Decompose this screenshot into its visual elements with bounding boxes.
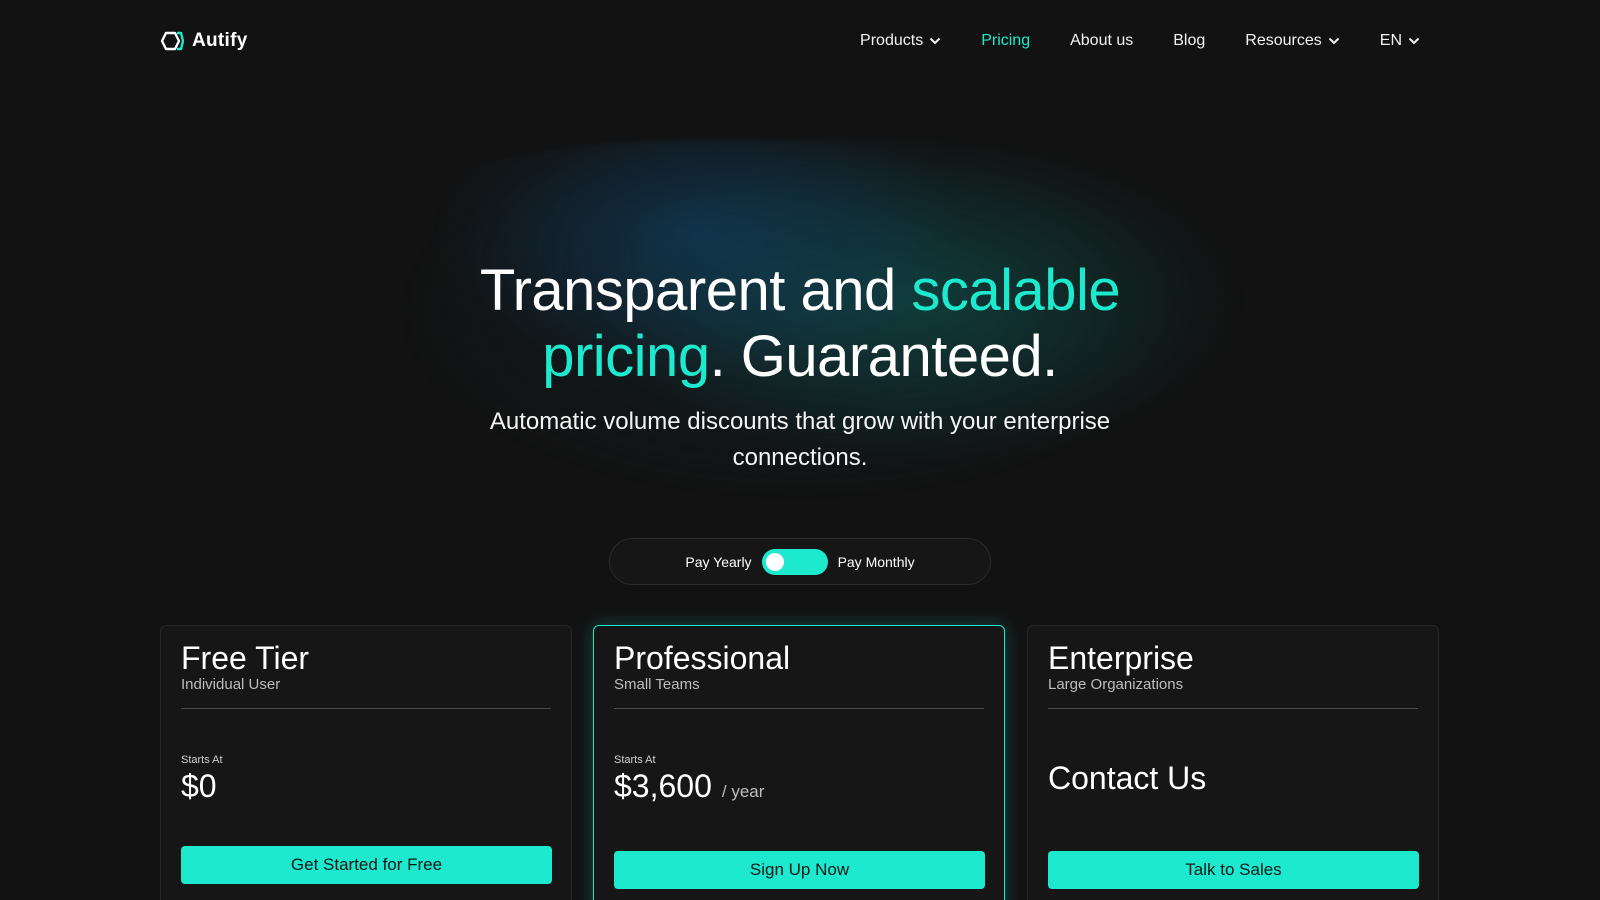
hero-title-accent-pricing: pricing	[542, 324, 710, 389]
nav-about-us-label: About us	[1070, 32, 1134, 49]
nav-about-us[interactable]: About us	[1070, 32, 1133, 50]
pay-yearly-label[interactable]: Pay Yearly	[685, 554, 751, 570]
talk-to-sales-button[interactable]: Talk to Sales	[1048, 851, 1419, 889]
price-row: $3,600 / year	[614, 768, 764, 804]
plan-price: $0	[181, 768, 217, 804]
main-nav: Products Pricing About us Blog Resources…	[860, 28, 1420, 54]
sign-up-now-button[interactable]: Sign Up Now	[614, 851, 985, 889]
plan-card-professional: Professional Small Teams Starts At $3,60…	[593, 625, 1005, 900]
hero-subtitle: Automatic volume discounts that grow wit…	[489, 408, 1111, 471]
plan-name: Professional	[614, 640, 791, 676]
nav-products[interactable]: Products	[860, 32, 941, 50]
nav-blog[interactable]: Blog	[1173, 32, 1205, 50]
chevron-down-icon	[1408, 37, 1420, 45]
plan-name: Free Tier	[181, 640, 310, 676]
price-block: Starts At $3,600 / year	[614, 754, 764, 804]
plan-name: Enterprise	[1048, 640, 1194, 676]
contact-us-text: Contact Us	[1048, 760, 1207, 796]
plan-audience: Individual User	[181, 676, 551, 709]
hexagon-logo-icon	[160, 31, 184, 51]
get-started-free-button[interactable]: Get Started for Free	[181, 846, 552, 884]
price-row: $0	[181, 768, 223, 804]
chevron-down-icon	[1328, 37, 1339, 45]
chevron-down-icon	[929, 37, 941, 45]
language-selector[interactable]: EN	[1380, 32, 1420, 50]
billing-switch[interactable]	[761, 548, 828, 575]
nav-products-label: Products	[860, 32, 924, 49]
nav-resources-label: Resources	[1245, 32, 1322, 49]
starts-at-label: Starts At	[614, 754, 656, 766]
price-period: / year	[721, 782, 765, 801]
plan-price: $3,600	[614, 768, 712, 804]
hero-title-part1: Transparent and	[479, 258, 912, 323]
brand-logo[interactable]: Autify	[160, 28, 248, 54]
nav-blog-label: Blog	[1173, 32, 1206, 49]
nav-pricing[interactable]: Pricing	[981, 32, 1030, 50]
pay-monthly-label[interactable]: Pay Monthly	[838, 554, 915, 570]
switch-knob	[765, 552, 784, 571]
hero-title-part2: . Guaranteed.	[709, 324, 1059, 389]
hero-title-accent-scalable: scalable	[911, 258, 1121, 323]
site-header: Autify Products Pricing About us Blog Re…	[0, 0, 1600, 82]
nav-resources[interactable]: Resources	[1245, 32, 1339, 50]
billing-period-toggle: Pay Yearly Pay Monthly	[609, 538, 991, 585]
plan-card-enterprise: Enterprise Large Organizations Contact U…	[1027, 625, 1439, 900]
logo-text: Autify	[192, 30, 248, 51]
plan-audience: Large Organizations	[1048, 676, 1418, 709]
plan-audience: Small Teams	[614, 676, 984, 709]
hero-title: Transparent and scalable pricing. Guarant…	[300, 258, 1300, 390]
language-label: EN	[1379, 32, 1402, 49]
price-block: Starts At $0	[181, 754, 223, 804]
nav-pricing-label: Pricing	[981, 32, 1031, 49]
plan-card-free: Free Tier Individual User Starts At $0 G…	[160, 625, 572, 900]
starts-at-label: Starts At	[181, 754, 223, 766]
